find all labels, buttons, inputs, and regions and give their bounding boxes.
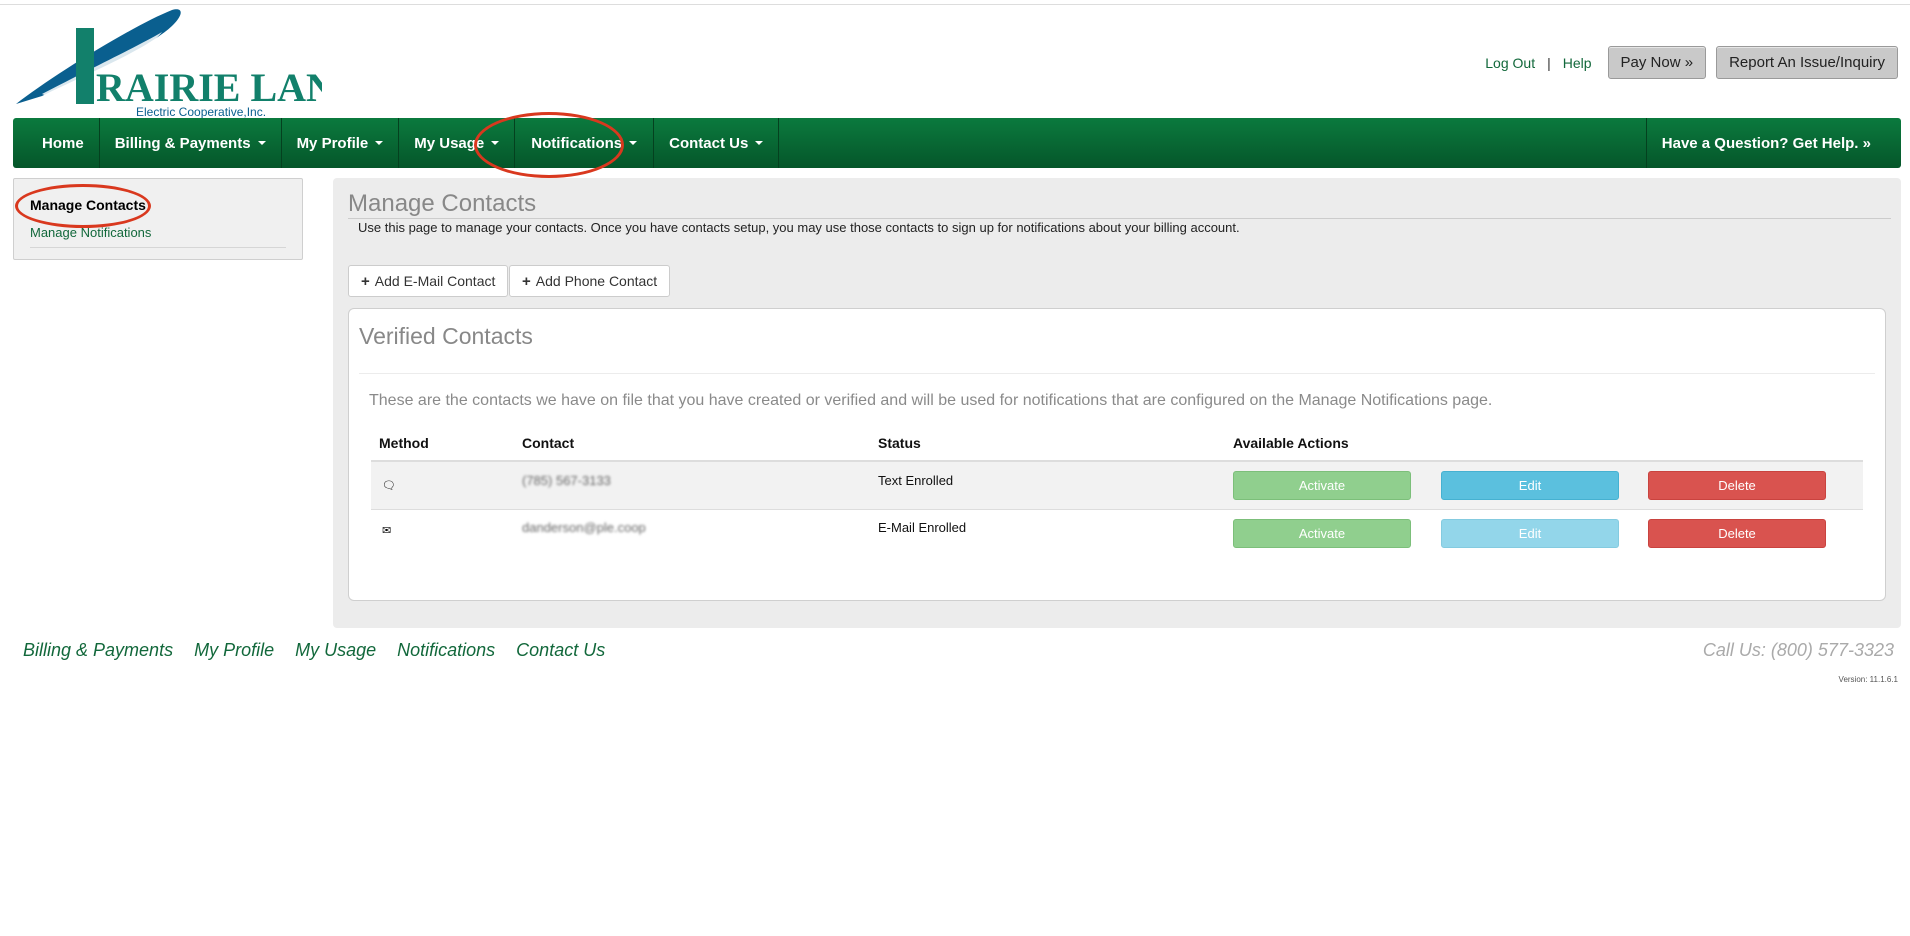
footer-link-contact-us[interactable]: Contact Us [516,640,605,661]
footer-link-my-usage[interactable]: My Usage [295,640,376,661]
logo-text: RAIRIE LAND [96,65,322,110]
verified-contacts-card: Verified Contacts These are the contacts… [348,308,1886,601]
edit-button[interactable]: Edit [1441,471,1619,500]
edit-button[interactable]: Edit [1441,519,1619,548]
footer-link-notifications[interactable]: Notifications [397,640,495,661]
header-links: Log Out | Help Pay Now » Report An Issue… [1485,46,1898,79]
card-title: Verified Contacts [359,323,533,349]
sidebar-item-manage-notifications[interactable]: Manage Notifications [30,225,151,240]
report-issue-button[interactable]: Report An Issue/Inquiry [1716,46,1898,79]
nav-label: Contact Us [669,134,749,152]
caret-down-icon [375,141,384,145]
table-header: Method Contact Status Available Actions [371,424,1863,462]
plus-icon: + [361,272,370,290]
column-header-contact: Contact [522,435,575,451]
logo-tagline: Electric Cooperative,Inc. [136,105,266,118]
caret-down-icon [257,141,266,145]
main-panel: Manage Contacts Use this page to manage … [333,178,1901,628]
main-nav: Home Billing & Payments My Profile My Us… [13,118,1901,168]
nav-notifications[interactable]: Notifications [515,118,655,168]
status-text: E-Mail Enrolled [878,520,967,535]
button-label: Add Phone Contact [535,273,658,289]
footer-links: Billing & Payments My Profile My Usage N… [23,640,605,661]
call-us-text: Call Us: (800) 577-3323 [1702,640,1894,660]
table-row: 🗨 (785) 567-3133 Text Enrolled Activate … [371,462,1863,510]
column-header-method: Method [379,435,429,451]
comment-icon: 🗨 [382,480,396,492]
add-email-contact-button[interactable]: + Add E-Mail Contact [348,265,509,297]
page-title: Manage Contacts [348,190,537,217]
nav-label: My Profile [296,134,369,152]
contact-value: (785) 567-3133 [522,473,611,488]
nav-label: My Usage [414,134,485,152]
nav-billing-payments[interactable]: Billing & Payments [100,118,282,168]
nav-label: Billing & Payments [114,134,251,152]
table-row: ✉ danderson@ple.coop E-Mail Enrolled Act… [371,510,1863,557]
sidebar: Manage Contacts Manage Notifications [13,178,303,260]
header-separator: | [1547,54,1551,71]
top-border [0,0,1910,5]
version-text: Version: 11.1.6.1 [1838,675,1898,684]
plus-icon: + [522,272,531,290]
card-description: These are the contacts we have on file t… [369,392,1493,409]
title-divider [348,218,1891,219]
nav-label: Notifications [531,134,623,152]
envelope-icon: ✉ [382,525,392,537]
caret-down-icon [755,141,764,145]
pay-now-button[interactable]: Pay Now » [1607,46,1707,79]
nav-contact-us[interactable]: Contact Us [654,118,780,168]
logo-graphic: RAIRIE LAND Electric Cooperative,Inc. [16,9,364,119]
sidebar-divider [30,247,286,248]
button-label: Add E-Mail Contact [374,273,496,289]
sidebar-item-manage-contacts[interactable]: Manage Contacts [30,197,146,213]
caret-down-icon [491,141,500,145]
activate-button[interactable]: Activate [1233,519,1411,548]
nav-my-profile[interactable]: My Profile [282,118,400,168]
prairie-land-logo[interactable]: RAIRIE LAND Electric Cooperative,Inc. [12,6,364,119]
delete-button[interactable]: Delete [1648,471,1826,500]
activate-button[interactable]: Activate [1233,471,1411,500]
footer-link-billing-payments[interactable]: Billing & Payments [23,640,173,661]
nav-label: Home [42,134,84,152]
column-header-status: Status [878,435,921,451]
column-header-actions: Available Actions [1233,435,1349,451]
help-link[interactable]: Help [1563,55,1592,71]
logout-link[interactable]: Log Out [1485,55,1535,71]
add-phone-contact-button[interactable]: + Add Phone Contact [509,265,671,297]
nav-home[interactable]: Home [13,118,100,168]
nav-my-usage[interactable]: My Usage [399,118,516,168]
contact-value: danderson@ple.coop [522,520,646,535]
nav-get-help[interactable]: Have a Question? Get Help. » [1645,118,1901,168]
delete-button[interactable]: Delete [1648,519,1826,548]
intro-text: Use this page to manage your contacts. O… [358,220,1240,235]
card-divider [359,373,1875,374]
status-text: Text Enrolled [878,473,954,488]
caret-down-icon [629,141,638,145]
footer-link-my-profile[interactable]: My Profile [194,640,274,661]
